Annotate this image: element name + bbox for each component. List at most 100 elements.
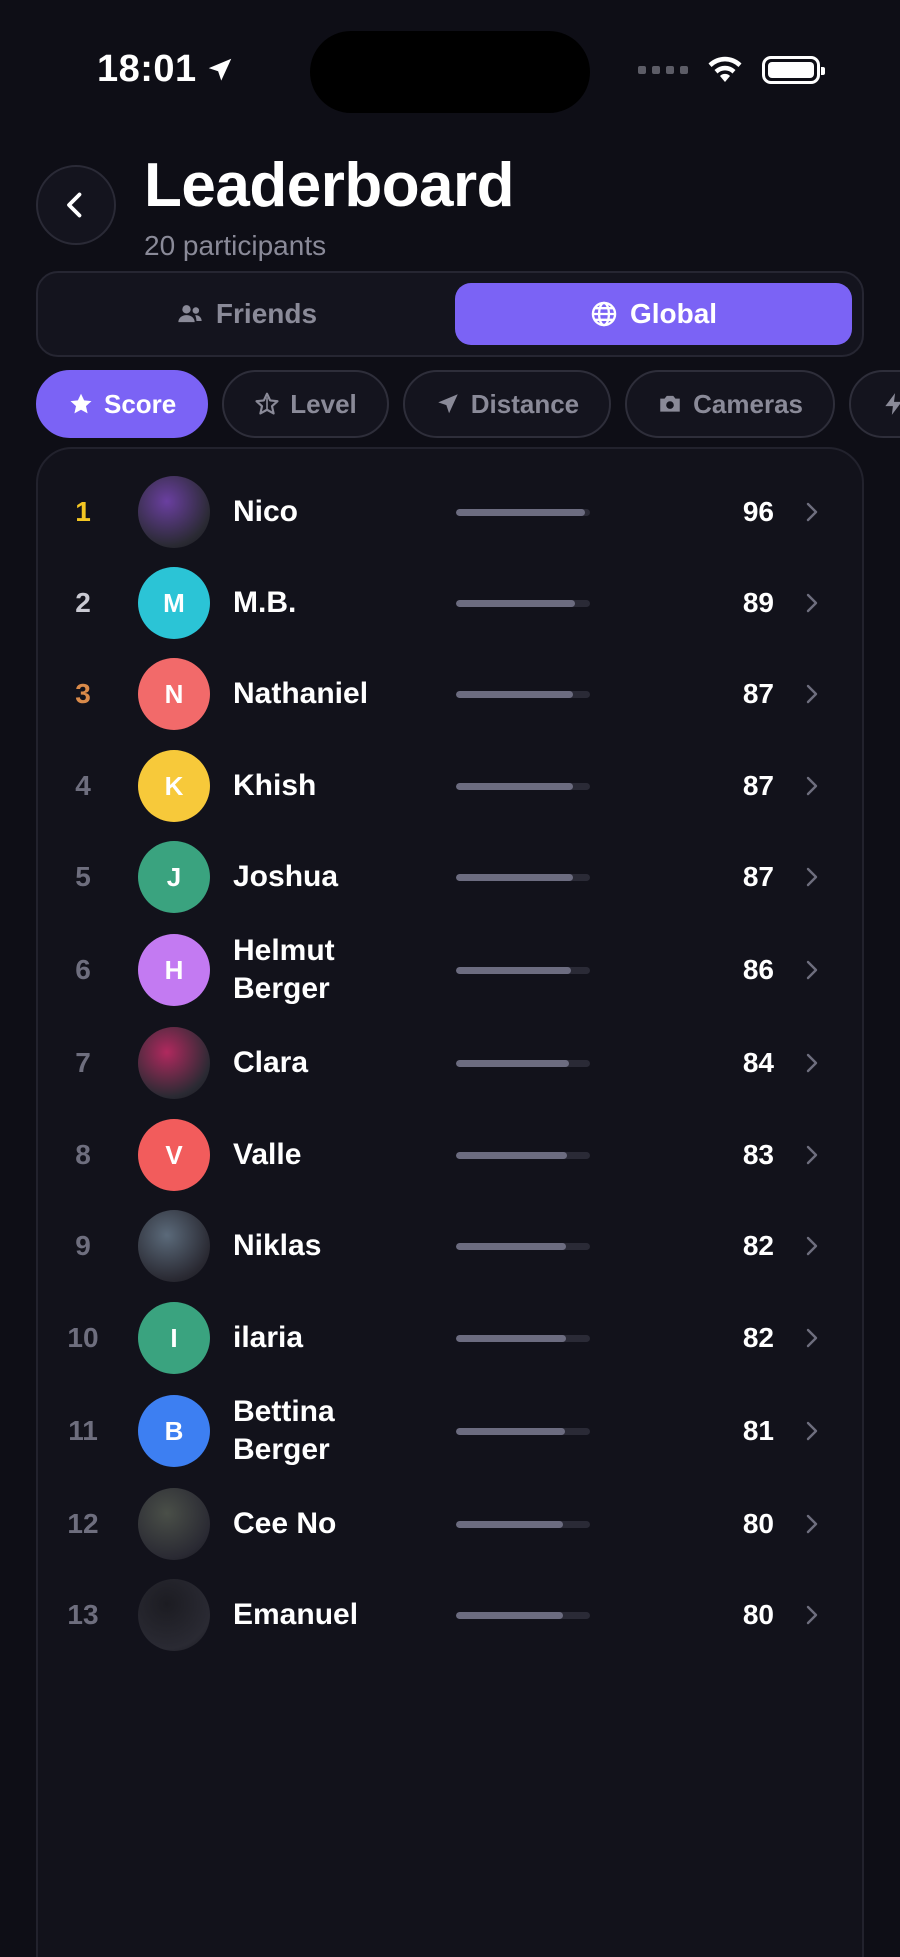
chip-score[interactable]: Score [36, 370, 209, 438]
score-bar-fill [456, 782, 573, 790]
cellular-signal-icon [638, 66, 688, 74]
chip-more[interactable] [849, 370, 900, 438]
avatar-initial: B [164, 1415, 184, 1446]
avatar-photo [138, 476, 210, 548]
status-bar: 18:01 [0, 0, 900, 140]
avatar: V [138, 1119, 210, 1191]
rank-number: 11 [68, 1415, 98, 1446]
participant-name: Helmut Berger [233, 934, 335, 1005]
avatar: I [138, 1302, 210, 1374]
score-bar-fill [456, 966, 571, 974]
rank-number: 9 [75, 1230, 91, 1261]
leaderboard-row[interactable]: 13 Emanuel 80 [38, 1560, 862, 1670]
avatar-initial: H [164, 954, 184, 985]
segment-friends[interactable]: Friends [48, 283, 445, 345]
score-bar-fill [456, 1242, 566, 1250]
avatar-photo [138, 1210, 210, 1282]
participant-name: Cee No [233, 1507, 337, 1540]
people-icon [178, 305, 202, 323]
score-bar [456, 690, 590, 698]
avatar-initial: V [165, 1139, 183, 1170]
score-bar-fill [456, 1334, 566, 1342]
sparkle-star-icon [255, 392, 279, 415]
score-bar [456, 1427, 590, 1435]
score-value: 82 [742, 1230, 774, 1261]
score-bar [456, 966, 590, 974]
score-value: 87 [742, 861, 774, 892]
score-value: 89 [742, 587, 774, 618]
status-indicators [638, 56, 825, 84]
leaderboard-list: 1 Nico 96 2 M M.B. 89 3 N Nathaniel 87 4 K Khish 87 5 J J… [36, 447, 864, 1957]
chevron-right-icon [806, 960, 818, 980]
rank-number: 10 [67, 1322, 99, 1353]
score-bar [456, 1059, 590, 1067]
chevron-right-icon [806, 593, 818, 613]
score-value: 87 [742, 770, 774, 801]
score-value: 80 [742, 1599, 774, 1630]
avatar-photo [138, 1579, 210, 1651]
rank-number: 5 [75, 861, 91, 892]
score-bar-fill [456, 599, 575, 607]
participant-name: Nathaniel [233, 677, 369, 710]
score-bar [456, 1611, 590, 1619]
participant-name: ilaria [233, 1321, 304, 1354]
score-value: 80 [742, 1508, 774, 1539]
scope-segmented-control: Friends Global [36, 271, 864, 357]
avatar-initial: M [163, 587, 185, 618]
chevron-right-icon [806, 1236, 818, 1256]
score-bar-fill [456, 1151, 567, 1159]
avatar: M [138, 567, 210, 639]
participant-name: Khish [233, 769, 317, 802]
avatar-initial: I [170, 1322, 178, 1353]
avatar: B [138, 1395, 210, 1467]
status-time-label: 18:01 [97, 48, 197, 90]
chevron-right-icon [806, 867, 818, 887]
chevron-left-icon [67, 192, 82, 218]
avatar-photo [138, 1027, 210, 1099]
status-time: 18:01 [97, 48, 235, 91]
participant-name: Valle [233, 1138, 302, 1171]
score-bar [456, 1334, 590, 1342]
rank-number: 7 [75, 1047, 91, 1078]
chevron-right-icon [806, 1605, 818, 1625]
page-title: Leaderboard [144, 151, 515, 220]
avatar: N [138, 658, 210, 730]
rank-number: 12 [67, 1508, 99, 1539]
score-bar [456, 508, 590, 516]
chip-level[interactable]: Level [222, 370, 389, 438]
avatar: H [138, 934, 210, 1006]
chip-cameras[interactable]: Cameras [625, 370, 836, 438]
chevron-right-icon [806, 1421, 818, 1441]
chip-distance-label: Distance [470, 388, 580, 419]
chip-cameras-label: Cameras [693, 388, 804, 419]
chip-score-label: Score [104, 388, 177, 419]
score-bar-fill [456, 1427, 565, 1435]
back-button[interactable] [36, 165, 116, 245]
rank-number: 8 [75, 1139, 91, 1170]
rank-number: 13 [67, 1599, 99, 1630]
chip-distance[interactable]: Distance [402, 370, 612, 438]
segment-global-label: Global [629, 298, 718, 329]
segment-global[interactable]: Global [455, 283, 852, 345]
score-value: 81 [742, 1415, 774, 1446]
avatar: K [138, 750, 210, 822]
score-value: 87 [742, 678, 774, 709]
chevron-right-icon [806, 1053, 818, 1073]
participant-name: Clara [233, 1046, 309, 1079]
participants-count: 20 participants [144, 230, 327, 261]
score-bar-fill [456, 508, 585, 516]
score-bar [456, 782, 590, 790]
score-bar [456, 1242, 590, 1250]
avatar-initial: K [164, 770, 184, 801]
location-arrow-icon [208, 58, 231, 81]
participant-name: Niklas [233, 1229, 322, 1262]
participant-name: M.B. [233, 586, 297, 619]
rank-number: 6 [75, 954, 91, 985]
rank-number: 2 [75, 587, 91, 618]
rank-number: 3 [75, 678, 91, 709]
globe-icon [591, 301, 617, 327]
score-value: 86 [742, 954, 774, 985]
chevron-right-icon [806, 1514, 818, 1534]
segment-friends-label: Friends [215, 298, 318, 329]
score-bar [456, 873, 590, 881]
